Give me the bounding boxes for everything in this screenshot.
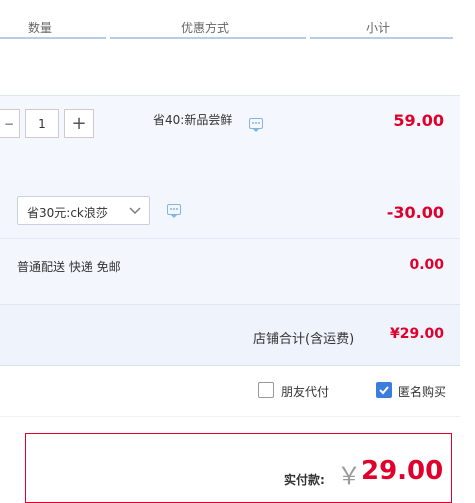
cart-column-header: 数量 优惠方式 小计 [0, 0, 475, 39]
payment-amount: 29.00 [361, 456, 444, 486]
coupon-amount: -30.00 [386, 203, 444, 222]
friend-pay-label: 朋友代付 [281, 385, 330, 399]
product-discount-text: 省40:新品尝鲜 [153, 113, 233, 127]
divider [0, 416, 460, 417]
plus-icon: + [71, 113, 87, 134]
header-divider [310, 37, 453, 39]
payment-label: 实付款: [284, 473, 325, 487]
header-divider [110, 37, 306, 39]
anonymous-checkbox[interactable] [376, 382, 392, 398]
header-discount: 优惠方式 [181, 21, 230, 35]
chevron-down-icon [129, 207, 141, 214]
minus-icon: − [3, 116, 15, 131]
currency-symbol: ￥ [337, 462, 361, 490]
payment-summary-box: 实付款: ￥ 29.00 [25, 433, 452, 503]
header-quantity: 数量 [28, 21, 53, 35]
quantity-input[interactable]: 1 [25, 109, 59, 138]
anonymous-label: 匿名购买 [398, 385, 447, 399]
message-icon[interactable] [249, 118, 263, 132]
coupon-select-value: 省30元:ck浪莎 [27, 206, 108, 220]
quantity-decrease-button[interactable]: − [0, 109, 20, 138]
store-total-amount: ¥29.00 [389, 326, 444, 342]
check-icon [379, 386, 389, 395]
coupon-select[interactable]: 省30元:ck浪莎 [17, 196, 150, 225]
header-divider [0, 37, 106, 39]
shipping-method: 普通配送 快递 免邮 [17, 260, 121, 274]
store-total-label: 店铺合计(含运费) [253, 332, 355, 347]
header-subtotal: 小计 [366, 21, 391, 35]
product-subtotal: 59.00 [393, 111, 444, 130]
friend-pay-checkbox[interactable] [258, 382, 274, 398]
shipping-amount: 0.00 [409, 257, 444, 273]
quantity-increase-button[interactable]: + [64, 109, 94, 138]
message-icon[interactable] [167, 204, 181, 218]
